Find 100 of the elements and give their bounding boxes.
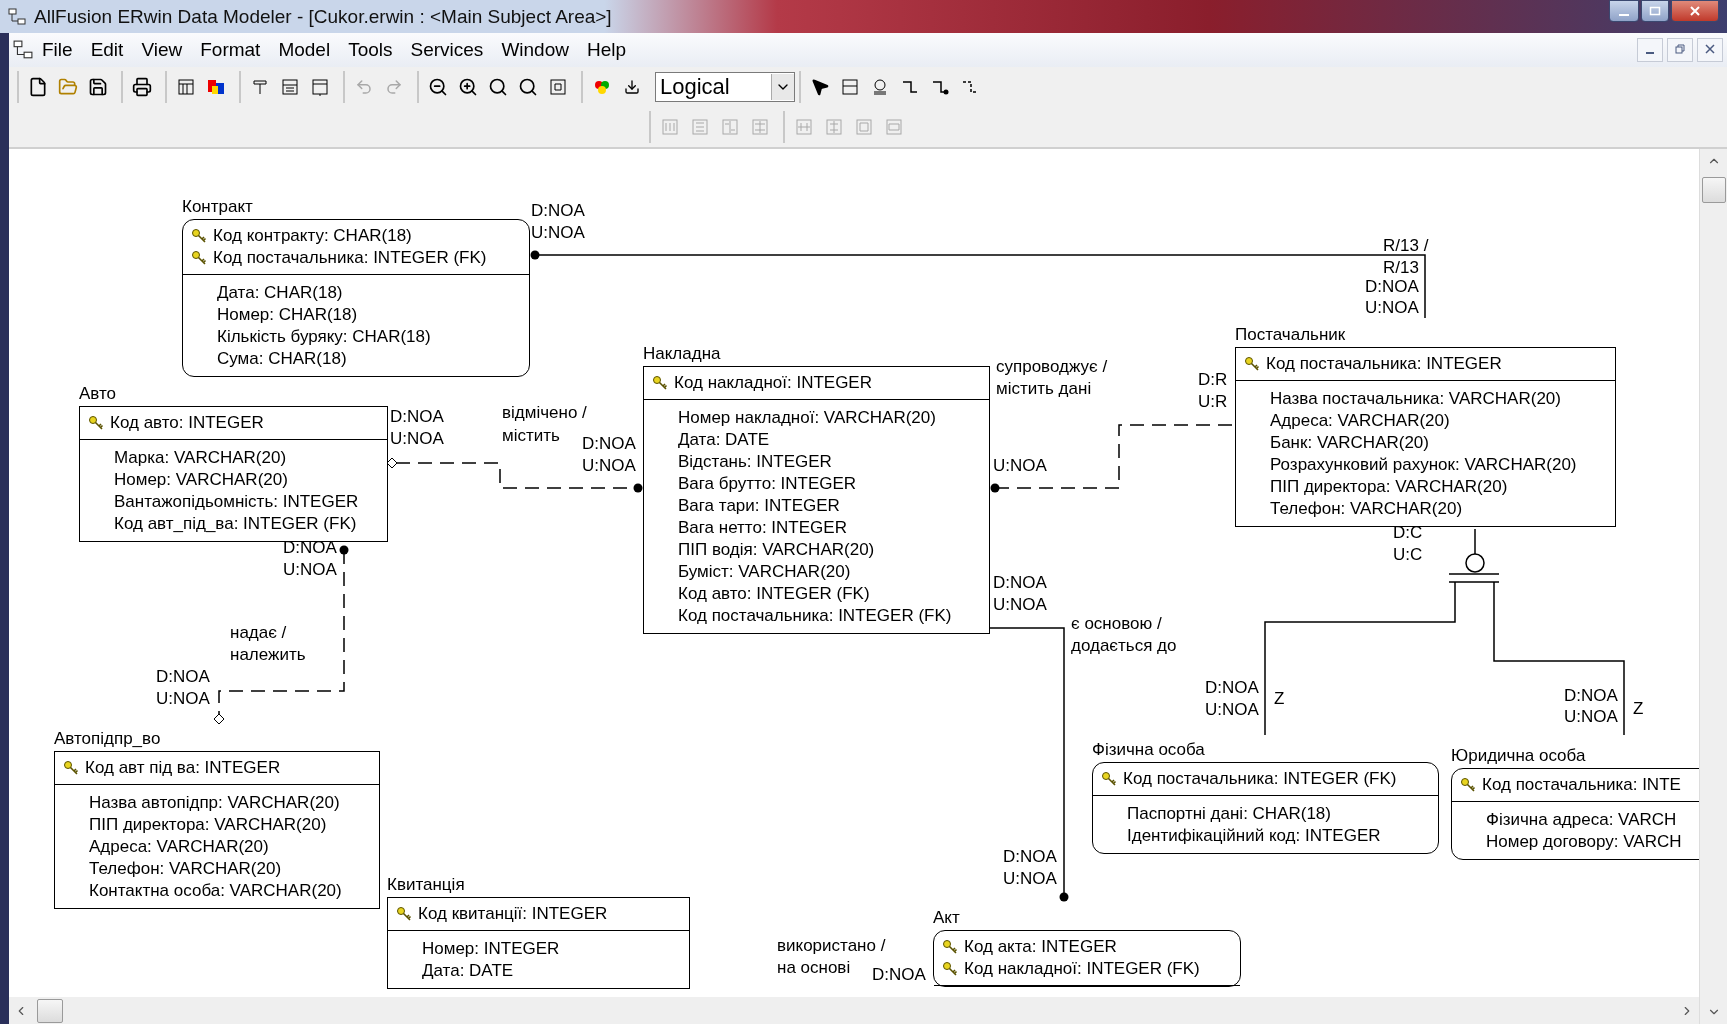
relationship-label: D:NOA	[993, 572, 1047, 594]
key-attribute: Код авто: INTEGER	[110, 412, 264, 434]
entity-name: Автопідпр_во	[54, 729, 161, 749]
relationship-label: R/13 /	[1383, 235, 1429, 257]
relationship-label: U:NOA	[531, 222, 585, 244]
relationship-label: Z	[1633, 698, 1644, 720]
close-icon	[1689, 6, 1701, 16]
relationship-label: U:NOA	[156, 688, 210, 710]
menu-item[interactable]: File	[33, 39, 82, 61]
entity-box[interactable]: Код авт під ва: INTEGER Назва автопідпр: VARCHAR(20) ПІП директора: VARCHAR(20) Адреса: VARCHAR(20) Телефон: VARCHAR(20) Контактна особа: VARCHAR(20)	[54, 751, 380, 909]
relationship-label: D:NOA	[872, 964, 926, 986]
relationship-label: U:NOA	[1003, 868, 1057, 890]
relationship-label: Z	[1274, 688, 1285, 710]
window-title: AllFusion ERwin Data Modeler - [Cukor.erwin : <Main Subject Area>]	[34, 5, 612, 28]
key-icon	[942, 961, 958, 977]
attribute: Назва автопідпр: VARCHAR(20)	[89, 792, 341, 814]
view-dropdown[interactable]: Logical	[655, 72, 795, 102]
attribute: ПІП директора: VARCHAR(20)	[89, 814, 328, 836]
close-icon	[1705, 44, 1715, 54]
key-icon	[396, 906, 412, 922]
key-attribute: Код квитанції: INTEGER	[418, 903, 608, 925]
key-icon	[1460, 777, 1476, 793]
relationship-label: D:NOA	[1564, 685, 1618, 707]
menu-item[interactable]: Window	[492, 39, 578, 61]
entity-name: Квитанція	[387, 875, 465, 895]
attribute: Дата: DATE	[422, 960, 515, 982]
menu-item[interactable]: Help	[577, 39, 636, 61]
entity-name: Авто	[79, 384, 117, 404]
relationship-label: D:NOA	[1205, 677, 1259, 699]
relationship-label: U:C	[1393, 544, 1423, 566]
attribute: Код постачальника: INTEGER (FK)	[678, 605, 953, 627]
scroll-thumb[interactable]	[1701, 177, 1726, 203]
entity-box[interactable]: Код контракту: CHAR(18) Код постачальника: INTEGER (FK) Дата: CHAR(18) Номер: CHAR(18) Кількість буряку: CHAR(18) Сума: CHAR(18)	[182, 219, 530, 377]
relationship-label: U:NOA	[283, 559, 337, 581]
entity-box[interactable]	[643, 366, 990, 634]
key-icon	[191, 250, 207, 266]
menu-item[interactable]: Format	[191, 39, 270, 61]
attribute: Відстань: INTEGER	[678, 451, 833, 473]
relationship-label: містить	[502, 425, 560, 447]
attribute: Вага тари: INTEGER	[678, 495, 841, 517]
attribute: Номер: VARCHAR(20)	[114, 469, 289, 491]
relationship-label: D:NOA	[1003, 846, 1057, 868]
entity-box[interactable]: Код постачальника: INTE Фізична адреса: VARCH Номер договору: VARCH	[1451, 768, 1699, 860]
key-icon	[63, 760, 79, 776]
attribute: Вага брутто: INTEGER	[678, 473, 858, 495]
menu-item[interactable]: Services	[401, 39, 493, 61]
relationship-line[interactable]	[1264, 581, 1456, 736]
entity-name: Юридична особа	[1451, 746, 1586, 766]
attribute: ПІП водія: VARCHAR(20)	[678, 539, 876, 561]
attribute: Адреса: VARCHAR(20)	[89, 836, 270, 858]
menu-item[interactable]: Edit	[81, 39, 133, 61]
entity-box[interactable]: Код авто: INTEGER Марка: VARCHAR(20) Номер: VARCHAR(20) Вантажопідьомність: INTEGER Код авт_під_ва: INTEGER (FK)	[79, 406, 388, 542]
document-icon	[13, 40, 33, 60]
relationship-label: D:NOA	[531, 200, 585, 222]
key-icon	[942, 939, 958, 955]
relationship-label: D:NOA	[582, 433, 636, 455]
relationship-label: є основою /	[1071, 613, 1162, 635]
minimize-button[interactable]	[1609, 0, 1639, 22]
menu-item[interactable]: Tools	[339, 39, 402, 61]
relationship-line[interactable]	[1493, 581, 1625, 736]
attribute: Код авт_під_ва: INTEGER (FK)	[114, 513, 358, 535]
relationship-label: R/13	[1383, 257, 1419, 279]
key-attribute: Код постачальника: INTE	[1482, 774, 1681, 796]
attribute: Телефон: VARCHAR(20)	[89, 858, 283, 880]
relationship-label: U:NOA	[1564, 706, 1618, 728]
relationship-line[interactable]	[530, 250, 1426, 319]
attribute: Розрахунковий рахунок: VARCHAR(20)	[1270, 454, 1578, 476]
entity-name: Акт	[933, 908, 960, 928]
relationship-line[interactable]	[989, 627, 1069, 902]
relationship-line[interactable]	[386, 457, 643, 493]
menu-item[interactable]: View	[132, 39, 192, 61]
close-button[interactable]	[1671, 0, 1719, 22]
relationship-label: U:NOA	[390, 428, 444, 450]
menu-item[interactable]: Model	[269, 39, 340, 61]
diagram-canvas[interactable]	[9, 149, 1699, 997]
attribute: Кількість буряку: CHAR(18)	[217, 326, 432, 348]
relationship-label: додається до	[1071, 635, 1177, 657]
subtype-symbol[interactable]	[1448, 528, 1500, 583]
entity-box[interactable]: Код постачальника: INTEGER Назва постачальника: VARCHAR(20) Адреса: VARCHAR(20) Банк: VARCHAR(20) Розрахунковий рахунок: VARCHAR(20) ПІП директора: VARCHAR(20) Телефон: VARCHAR(20)	[1235, 347, 1616, 527]
entity-box[interactable]: Код акта: INTEGER Код накладної: INTEGER (FK)	[933, 930, 1241, 987]
attribute: Телефон: VARCHAR(20)	[1270, 498, 1464, 520]
key-icon	[652, 375, 668, 391]
key-icon	[1244, 356, 1260, 372]
attribute: Сума: CHAR(18)	[217, 348, 348, 370]
attribute: Буміст: VARCHAR(20)	[678, 561, 852, 583]
relationship-label: U:NOA	[1205, 699, 1259, 721]
relationship-label: U:R	[1198, 391, 1228, 413]
maximize-button[interactable]	[1641, 0, 1669, 22]
vertical-scrollbar[interactable]	[1699, 149, 1727, 1024]
relationship-label: надає /	[230, 622, 287, 644]
relationship-label: U:NOA	[582, 455, 636, 477]
attribute: Номер накладної: VARCHAR(20)	[678, 407, 937, 429]
attribute: Дата: CHAR(18)	[217, 282, 344, 304]
entity-box[interactable]: Код квитанції: INTEGER Номер: INTEGER Дата: DATE	[387, 897, 690, 989]
attribute: Марка: VARCHAR(20)	[114, 447, 288, 469]
scroll-thumb[interactable]	[37, 998, 63, 1023]
attribute: Код авто: INTEGER (FK)	[678, 583, 871, 605]
relationship-label: супроводжує /	[996, 356, 1108, 378]
key-attribute: Код накладної: INTEGER	[674, 372, 872, 394]
entity-box[interactable]: Код постачальника: INTEGER (FK) Паспортні дані: CHAR(18) Ідентифікаційний код: INTEGER	[1092, 762, 1439, 854]
